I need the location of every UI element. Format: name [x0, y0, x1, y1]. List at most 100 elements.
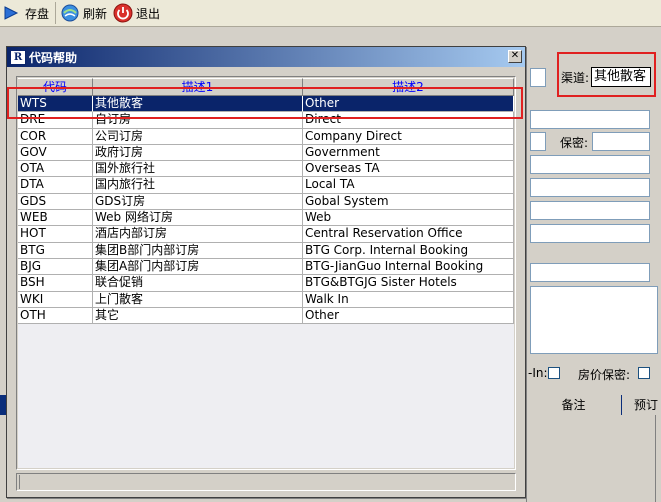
table-row[interactable]: DTA 国内旅行社 Local TA — [18, 177, 514, 194]
toolbar-separator — [55, 2, 57, 24]
refresh-label: 刷新 — [83, 6, 108, 21]
status-bar — [16, 473, 516, 491]
grid-col-remark[interactable]: 备注 — [526, 395, 621, 415]
table-row[interactable]: WEB Web 网络订房 Web — [18, 210, 514, 227]
cell-desc2: BTG Corp. Internal Booking — [303, 242, 514, 259]
toolbar: 存盘 刷新 退出 — [0, 0, 661, 27]
rate-confidential-label: 房价保密: — [578, 368, 631, 382]
table-row[interactable]: OTA 国外旅行社 Overseas TA — [18, 161, 514, 178]
exit-label: 退出 — [136, 6, 161, 21]
cell-desc2: BTG-JianGuo Internal Booking — [303, 258, 514, 276]
table-row[interactable]: OTH 其它 Other — [18, 307, 514, 325]
background-field[interactable] — [530, 224, 650, 243]
cell-desc2: Local TA — [303, 177, 514, 194]
cell-desc2: Direct — [303, 112, 514, 129]
cell-desc1: 酒店内部订房 — [93, 226, 303, 243]
table-row[interactable]: BJG 集团A部门内部订房 BTG-JianGuo Internal Booking — [18, 258, 514, 276]
table-row[interactable]: WTS 其他散客 Other — [18, 96, 514, 113]
table-row[interactable]: HOT 酒店内部订房 Central Reservation Office — [18, 226, 514, 243]
cell-code: WEB — [18, 210, 93, 227]
cell-code: BSH — [18, 275, 93, 292]
cell-code: COR — [18, 128, 93, 145]
channel-label: 渠道: — [561, 71, 590, 85]
divider — [655, 415, 656, 502]
checkin-label: -In: — [528, 366, 548, 380]
cell-desc1: 联合促销 — [93, 275, 303, 292]
cell-code: OTH — [18, 307, 93, 325]
column-header-code[interactable]: 代码 — [18, 78, 93, 96]
cell-desc1: 其他散客 — [93, 96, 303, 113]
cell-desc1: 自订房 — [93, 112, 303, 129]
cell-desc1: 公司订房 — [93, 128, 303, 145]
grid-col-booking[interactable]: 预订 — [622, 395, 661, 415]
background-grid-body — [520, 415, 661, 502]
cell-desc2: Government — [303, 144, 514, 162]
cell-code: BTG — [18, 242, 93, 259]
cell-code: WTS — [18, 96, 93, 113]
table-row[interactable]: BSH 联合促销 BTG&BTGJG Sister Hotels — [18, 275, 514, 292]
channel-input[interactable]: 其他散客 — [591, 67, 651, 87]
table-row[interactable]: GDS GDS订房 Gobal System — [18, 193, 514, 211]
close-button[interactable]: ✕ — [508, 50, 522, 63]
code-help-dialog: R 代码帮助 ✕ 代码 描述1 描述2 WTS 其他散客 Other DRE 自订房 Di… — [6, 46, 526, 498]
background-textarea[interactable] — [530, 286, 658, 354]
refresh-button[interactable]: 刷新 — [58, 1, 111, 26]
divider — [526, 415, 527, 502]
table-row[interactable]: DRE 自订房 Direct — [18, 112, 514, 129]
save-label: 存盘 — [25, 6, 50, 21]
power-off-icon — [113, 3, 133, 23]
checkin-checkbox[interactable] — [548, 367, 560, 379]
exit-button[interactable]: 退出 — [111, 1, 164, 26]
cell-desc2: Central Reservation Office — [303, 226, 514, 243]
refresh-globe-icon — [60, 3, 80, 23]
cell-desc1: 集团A部门内部订房 — [93, 258, 303, 276]
confidential-input[interactable] — [592, 132, 650, 151]
cell-desc2: Gobal System — [303, 193, 514, 211]
background-field[interactable] — [530, 132, 546, 151]
cell-desc1: 国内旅行社 — [93, 177, 303, 194]
background-field[interactable] — [530, 263, 650, 282]
background-field[interactable] — [530, 68, 546, 87]
app-logo-icon: R — [10, 49, 26, 65]
cell-desc1: 政府订房 — [93, 144, 303, 162]
background-field[interactable] — [530, 110, 650, 129]
channel-value: 其他散客 — [594, 69, 647, 84]
cell-desc2: Company Direct — [303, 128, 514, 145]
background-field[interactable] — [530, 178, 650, 197]
cell-desc2: Other — [303, 307, 514, 325]
cell-desc1: GDS订房 — [93, 193, 303, 211]
column-header-desc2[interactable]: 描述2 — [303, 78, 514, 96]
background-field[interactable] — [530, 155, 650, 174]
table-row[interactable]: COR 公司订房 Company Direct — [18, 128, 514, 145]
rate-confidential-checkbox[interactable] — [638, 367, 650, 379]
cell-desc2: Web — [303, 210, 514, 227]
save-button[interactable]: 存盘 — [0, 1, 53, 26]
cell-code: GDS — [18, 193, 93, 211]
cell-code: HOT — [18, 226, 93, 243]
close-icon: ✕ — [510, 50, 520, 61]
confidential-label: 保密: — [560, 136, 589, 150]
cell-desc1: 上门散客 — [93, 291, 303, 308]
save-arrow-icon — [2, 3, 22, 23]
table-row[interactable]: BTG 集团B部门内部订房 BTG Corp. Internal Booking — [18, 242, 514, 259]
dialog-titlebar[interactable]: R 代码帮助 ✕ — [7, 47, 525, 67]
status-pane — [19, 475, 69, 489]
table-row[interactable]: WKI 上门散客 Walk In — [18, 291, 514, 308]
cell-desc1: 其它 — [93, 307, 303, 325]
dialog-title: 代码帮助 — [29, 50, 78, 65]
code-list-body: 代码 描述1 描述2 WTS 其他散客 Other DRE 自订房 Direct COR 公司… — [18, 78, 514, 468]
cell-code: GOV — [18, 144, 93, 162]
list-rows: WTS 其他散客 Other DRE 自订房 Direct COR 公司订房 Company D… — [18, 96, 514, 325]
column-header-desc1[interactable]: 描述1 — [93, 78, 303, 96]
code-list[interactable]: 代码 描述1 描述2 WTS 其他散客 Other DRE 自订房 Direct COR 公司… — [16, 76, 516, 470]
cell-desc2: Other — [303, 96, 514, 113]
background-field[interactable] — [530, 201, 650, 220]
list-header: 代码 描述1 描述2 — [18, 78, 514, 96]
cell-code: DTA — [18, 177, 93, 194]
cell-code: WKI — [18, 291, 93, 308]
cell-desc2: Overseas TA — [303, 161, 514, 178]
cell-code: OTA — [18, 161, 93, 178]
table-row[interactable]: GOV 政府订房 Government — [18, 144, 514, 162]
cell-code: BJG — [18, 258, 93, 276]
cell-desc1: 集团B部门内部订房 — [93, 242, 303, 259]
